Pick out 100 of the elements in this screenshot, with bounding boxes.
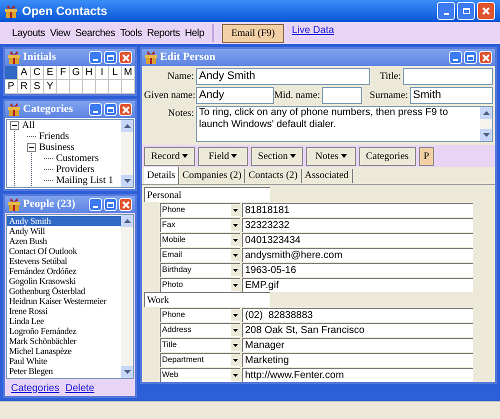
toolbar-button[interactable]: Section [250,146,303,166]
maximize-button[interactable] [464,51,477,64]
minimize-button[interactable] [437,2,455,20]
tab[interactable]: Contacts (2) [245,168,302,182]
text-field[interactable] [322,87,362,104]
minimize-button[interactable] [449,51,462,64]
scrollbar[interactable] [121,120,133,187]
field-value[interactable]: 0401323434 [242,232,473,246]
field-value[interactable]: 1963-05-16 [242,262,473,276]
menu-item[interactable]: Searches [75,26,116,40]
scroll-up-icon[interactable] [121,215,133,227]
initial-cell[interactable]: R [18,80,31,94]
initial-cell[interactable]: I [96,66,109,80]
field-type-dropdown[interactable]: Web [160,368,240,382]
email-button[interactable]: Email (F9) [222,24,284,42]
initial-cell[interactable]: H [83,66,96,80]
person-list-item[interactable]: Azen Bush [7,236,121,246]
footer-link[interactable]: Categories [11,380,60,396]
footer-link[interactable]: Delete [65,380,94,396]
menu-item[interactable]: Help [184,26,204,40]
tree-item[interactable]: All [22,120,35,131]
tree-item[interactable]: Mailing List 1 [56,175,114,186]
initial-cell[interactable]: S [31,80,44,94]
field-value[interactable]: 81818181 [242,202,473,216]
person-list-item[interactable]: Andy Smith [7,216,121,226]
initial-cell[interactable]: Y [44,80,57,94]
scroll-up-icon[interactable] [480,107,492,119]
all-initials-cell[interactable] [5,66,18,80]
toolbar-button[interactable]: Notes [306,146,356,166]
field-type-dropdown[interactable]: Mobile [160,232,240,246]
minimize-button[interactable] [89,198,102,211]
person-list-item[interactable]: Fernández Ordóñez [7,266,121,276]
person-list-item[interactable]: Andy Will [7,226,121,236]
tab[interactable]: Associated [302,168,353,182]
toolbar-button[interactable]: Field [198,146,248,166]
field-value[interactable]: 208 Oak St, San Francisco [242,322,473,336]
field-value[interactable]: EMP.gif [242,278,473,292]
initial-cell[interactable]: G [70,66,83,80]
field-value[interactable]: Manager [242,338,473,352]
menu-item[interactable]: Reports [146,26,180,40]
scroll-up-icon[interactable] [121,120,133,132]
field-value[interactable]: 32323232 [242,218,473,232]
field-value[interactable]: (02) 82838883 [242,308,473,322]
close-button[interactable] [119,198,132,211]
menu-item[interactable]: Layouts [12,26,45,40]
initial-cell[interactable]: A [18,66,31,80]
maximize-button[interactable] [457,2,475,20]
person-list-item[interactable]: Estevens Setúbal [7,256,121,266]
person-list-item[interactable]: Contact Of Outlook [7,246,121,256]
initial-cell[interactable]: F [57,66,70,80]
field-type-dropdown[interactable]: Title [160,338,240,352]
maximize-button[interactable] [104,198,117,211]
close-button[interactable] [477,2,495,20]
field-type-dropdown[interactable]: Birthday [160,262,240,276]
person-list-item[interactable]: Peter Blegen [7,366,121,376]
tree-item[interactable]: Providers [56,164,94,175]
field-value[interactable]: andysmith@here.com [242,248,473,262]
field-type-dropdown[interactable]: Fax [160,218,240,232]
text-field[interactable]: Andy [196,87,274,104]
minimize-button[interactable] [89,103,102,116]
live-data-link[interactable]: Live Data [292,23,334,38]
initial-cell[interactable]: E [44,66,57,80]
text-field[interactable]: Smith [410,87,493,104]
person-list-item[interactable]: Paul White [7,356,121,366]
collapse-icon[interactable] [10,121,19,130]
initial-cell[interactable]: C [31,66,44,80]
field-type-dropdown[interactable]: Photo [160,278,240,292]
field-type-dropdown[interactable]: Address [160,322,240,336]
field-type-dropdown[interactable]: Phone [160,308,240,322]
close-button[interactable] [119,103,132,116]
close-button[interactable] [119,51,132,64]
menu-item[interactable]: Tools [120,26,142,40]
field-value[interactable]: Marketing [242,352,473,366]
scrollbar[interactable] [480,107,492,141]
tab[interactable]: Details [144,167,180,184]
text-field[interactable] [403,68,493,85]
tree-item[interactable]: Friends [39,131,69,142]
field-value[interactable]: http://www.Fenter.com [242,368,473,382]
person-list-item[interactable]: Gogolin Krasowski [7,276,121,286]
initial-cell[interactable]: M [122,66,135,80]
text-field[interactable]: Andy Smith [196,68,370,85]
tab[interactable]: Companies (2) [179,168,246,182]
person-list-item[interactable]: Michel Lanaspèze [7,346,121,356]
toolbar-button[interactable]: Categories [358,146,416,166]
minimize-button[interactable] [89,51,102,64]
field-type-dropdown[interactable]: Department [160,352,240,366]
person-list-item[interactable]: Gothenburg Österblad [7,286,121,296]
scroll-down-icon[interactable] [121,175,133,187]
collapse-icon[interactable] [27,143,36,152]
notes-field[interactable]: To ring, click on any of phone numbers, then press F9 to launch Windows' default dialer. [196,106,493,142]
field-type-dropdown[interactable]: Email [160,248,240,262]
person-list-item[interactable]: Mark Schönbächler [7,336,121,346]
maximize-button[interactable] [104,51,117,64]
tree-item[interactable]: Business [39,142,75,153]
menu-item[interactable]: View [50,26,70,40]
close-button[interactable] [479,51,492,64]
scroll-down-icon[interactable] [480,129,492,141]
person-list-item[interactable]: Logroño Fernández [7,326,121,336]
person-list-item[interactable]: Heidrun Kaiser Westermeier [7,296,121,306]
scroll-down-icon[interactable] [121,366,133,378]
